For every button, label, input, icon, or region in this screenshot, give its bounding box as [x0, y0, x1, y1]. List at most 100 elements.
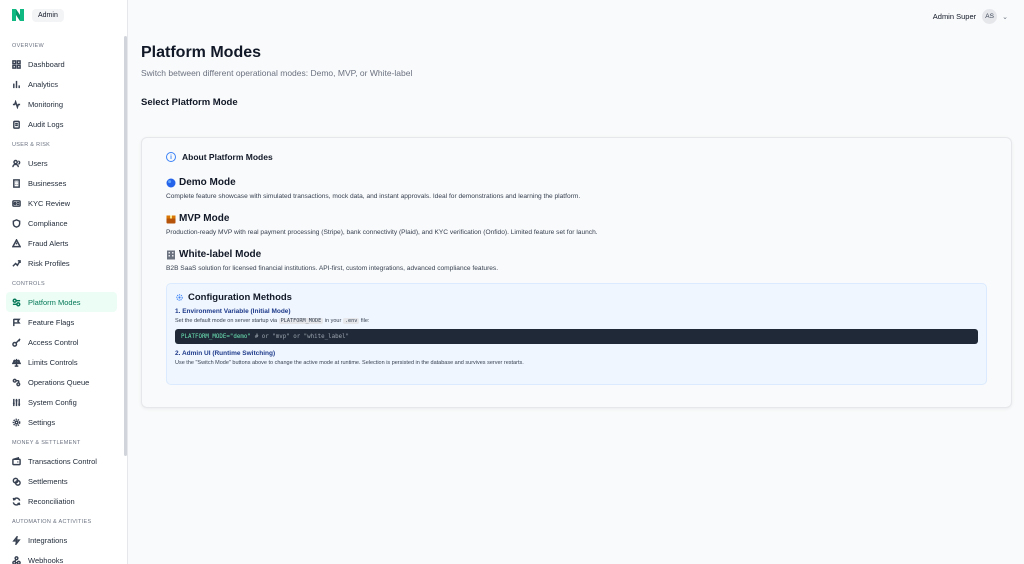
avatar: AS [982, 9, 998, 24]
refresh-icon [12, 496, 21, 506]
sidebar-item-label: Monitoring [28, 99, 64, 109]
building-icon [12, 178, 21, 188]
queue-icon [12, 378, 21, 387]
coins-icon [12, 477, 21, 486]
sidebar-item-settings[interactable]: Settings [6, 412, 117, 432]
webhook-icon [12, 555, 21, 564]
sidebar-item-label: Analytics [28, 79, 59, 89]
id-card-icon [12, 199, 21, 208]
alert-triangle-icon [12, 238, 21, 248]
config-title-text: Configuration Methods [188, 292, 292, 303]
sidebar-item-businesses[interactable]: Businesses [6, 173, 117, 193]
sidebar-item-platform-modes[interactable]: Platform Modes [6, 292, 117, 312]
sidebar-item-label: Fraud Alerts [28, 238, 69, 248]
sidebar-scrollbar[interactable] [124, 36, 127, 456]
sidebar-item-label: Reconciliation [28, 496, 75, 506]
config-title: Configuration Methods [175, 292, 978, 303]
sidebar-item-label: Dashboard [28, 59, 65, 69]
sidebar-item-operations-queue[interactable]: Operations Queue [6, 372, 117, 392]
section-title: Select Platform Mode [141, 97, 238, 108]
sidebar-item-label: Integrations [28, 535, 68, 545]
brand[interactable]: Admin [0, 0, 127, 30]
sidebar-item-label: Audit Logs [28, 119, 64, 129]
sidebar-item-label: Transactions Control [28, 456, 97, 466]
env-text: Set the default mode on server startup v… [175, 318, 370, 324]
sidebar-item-settlements[interactable]: Settlements [6, 471, 117, 491]
sidebar-item-webhooks[interactable]: Webhooks [6, 550, 117, 564]
config-box: Configuration Methods 1. Environment Var… [166, 283, 987, 385]
flag-icon [12, 318, 21, 327]
sidebar-item-risk-profiles[interactable]: Risk Profiles [6, 253, 117, 273]
mode-mvp: MVP Mode Production-ready MVP with real … [166, 213, 598, 236]
sidebar-item-label: Settlements [28, 476, 68, 486]
sidebar-item-dashboard[interactable]: Dashboard [6, 54, 117, 74]
page-title: Platform Modes [141, 44, 262, 61]
activity-icon [12, 99, 21, 109]
mode-description: Production-ready MVP with real payment p… [166, 229, 598, 236]
env-heading: 1. Environment Variable (Initial Mode) [175, 308, 291, 315]
gear-icon [176, 294, 183, 301]
code-block[interactable]: PLATFORM_MODE="demo" # or "mvp" or "whit… [175, 329, 978, 344]
sidebar-item-label: Feature Flags [28, 317, 75, 327]
sidebar-item-access-control[interactable]: Access Control [6, 332, 117, 352]
nav-section-label: CONTROLS [12, 281, 45, 287]
ui-text: Use the "Switch Mode" buttons above to c… [175, 360, 524, 366]
chevron-down-icon: ⌄ [1002, 13, 1008, 21]
sliders-icon [12, 398, 21, 407]
sidebar-item-monitoring[interactable]: Monitoring [6, 94, 117, 114]
sidebar-item-label: Limits Controls [28, 357, 78, 367]
shield-icon [12, 218, 21, 228]
wallet-icon [12, 456, 21, 466]
bar-chart-icon [12, 80, 21, 89]
sidebar-item-label: Operations Queue [28, 377, 90, 387]
sidebar-item-users[interactable]: Users [6, 153, 117, 173]
nav-section-label: MONEY & SETTLEMENT [12, 440, 81, 446]
sidebar-item-label: Users [28, 158, 48, 168]
sidebar-item-fraud-alerts[interactable]: Fraud Alerts [6, 233, 117, 253]
sidebar-item-label: System Config [28, 397, 77, 407]
key-icon [12, 337, 21, 347]
sidebar-item-label: Risk Profiles [28, 258, 70, 268]
sidebar-item-analytics[interactable]: Analytics [6, 74, 117, 94]
sidebar-item-label: Businesses [28, 178, 67, 188]
clipboard-icon [12, 120, 21, 129]
office-building-icon [167, 250, 175, 259]
mode-title: White-label Mode [179, 249, 262, 260]
sidebar-item-kyc-review[interactable]: KYC Review [6, 193, 117, 213]
env-var-code: PLATFORM_MODE [278, 318, 324, 324]
brand-logo-icon [12, 9, 24, 21]
nav-section-label: AUTOMATION & ACTIVITIES [12, 519, 92, 525]
user-menu[interactable]: Admin Super AS ⌄ [933, 9, 1008, 24]
info-icon: i [166, 152, 176, 162]
code-value: PLATFORM_MODE="demo" [181, 333, 251, 340]
sidebar-item-reconciliation[interactable]: Reconciliation [6, 491, 117, 511]
mode-demo: Demo Mode Complete feature showcase with… [166, 177, 580, 200]
brand-label: Admin [32, 8, 64, 22]
mode-white-label: White-label Mode B2B SaaS solution for l… [166, 249, 498, 272]
sidebar-item-label: Settings [28, 417, 56, 427]
main-content: Platform Modes Switch between different … [141, 44, 1012, 408]
sidebar-item-audit-logs[interactable]: Audit Logs [6, 114, 117, 134]
mode-description: B2B SaaS solution for licensed financial… [166, 265, 499, 272]
zap-icon [12, 535, 21, 545]
sidebar-item-feature-flags[interactable]: Feature Flags [6, 312, 117, 332]
sidebar-item-limits-controls[interactable]: Limits Controls [6, 352, 117, 372]
sidebar-item-compliance[interactable]: Compliance [6, 213, 117, 233]
mode-title: Demo Mode [179, 177, 236, 188]
scale-icon [12, 358, 21, 367]
sidebar: Admin OVERVIEW Dashboard Analytics Monitori… [0, 0, 128, 564]
sidebar-item-transactions-control[interactable]: Transactions Control [6, 451, 117, 471]
env-file-code: .env [342, 318, 360, 324]
sidebar-item-integrations[interactable]: Integrations [6, 530, 117, 550]
sidebar-item-label: Access Control [28, 337, 79, 347]
page-subtitle: Switch between different operational mod… [141, 68, 413, 78]
grid-icon [12, 59, 21, 69]
sidebar-item-system-config[interactable]: System Config [6, 392, 117, 412]
topbar: Admin Super AS ⌄ [128, 0, 1024, 32]
code-comment: # or "mvp" or "white_label" [254, 333, 350, 340]
about-card: i About Platform Modes Demo Mode Complet… [141, 137, 1012, 408]
users-icon [12, 159, 21, 168]
ui-heading: 2. Admin UI (Runtime Switching) [175, 350, 276, 357]
mode-title: MVP Mode [179, 213, 230, 224]
sidebar-item-label: KYC Review [28, 198, 71, 208]
